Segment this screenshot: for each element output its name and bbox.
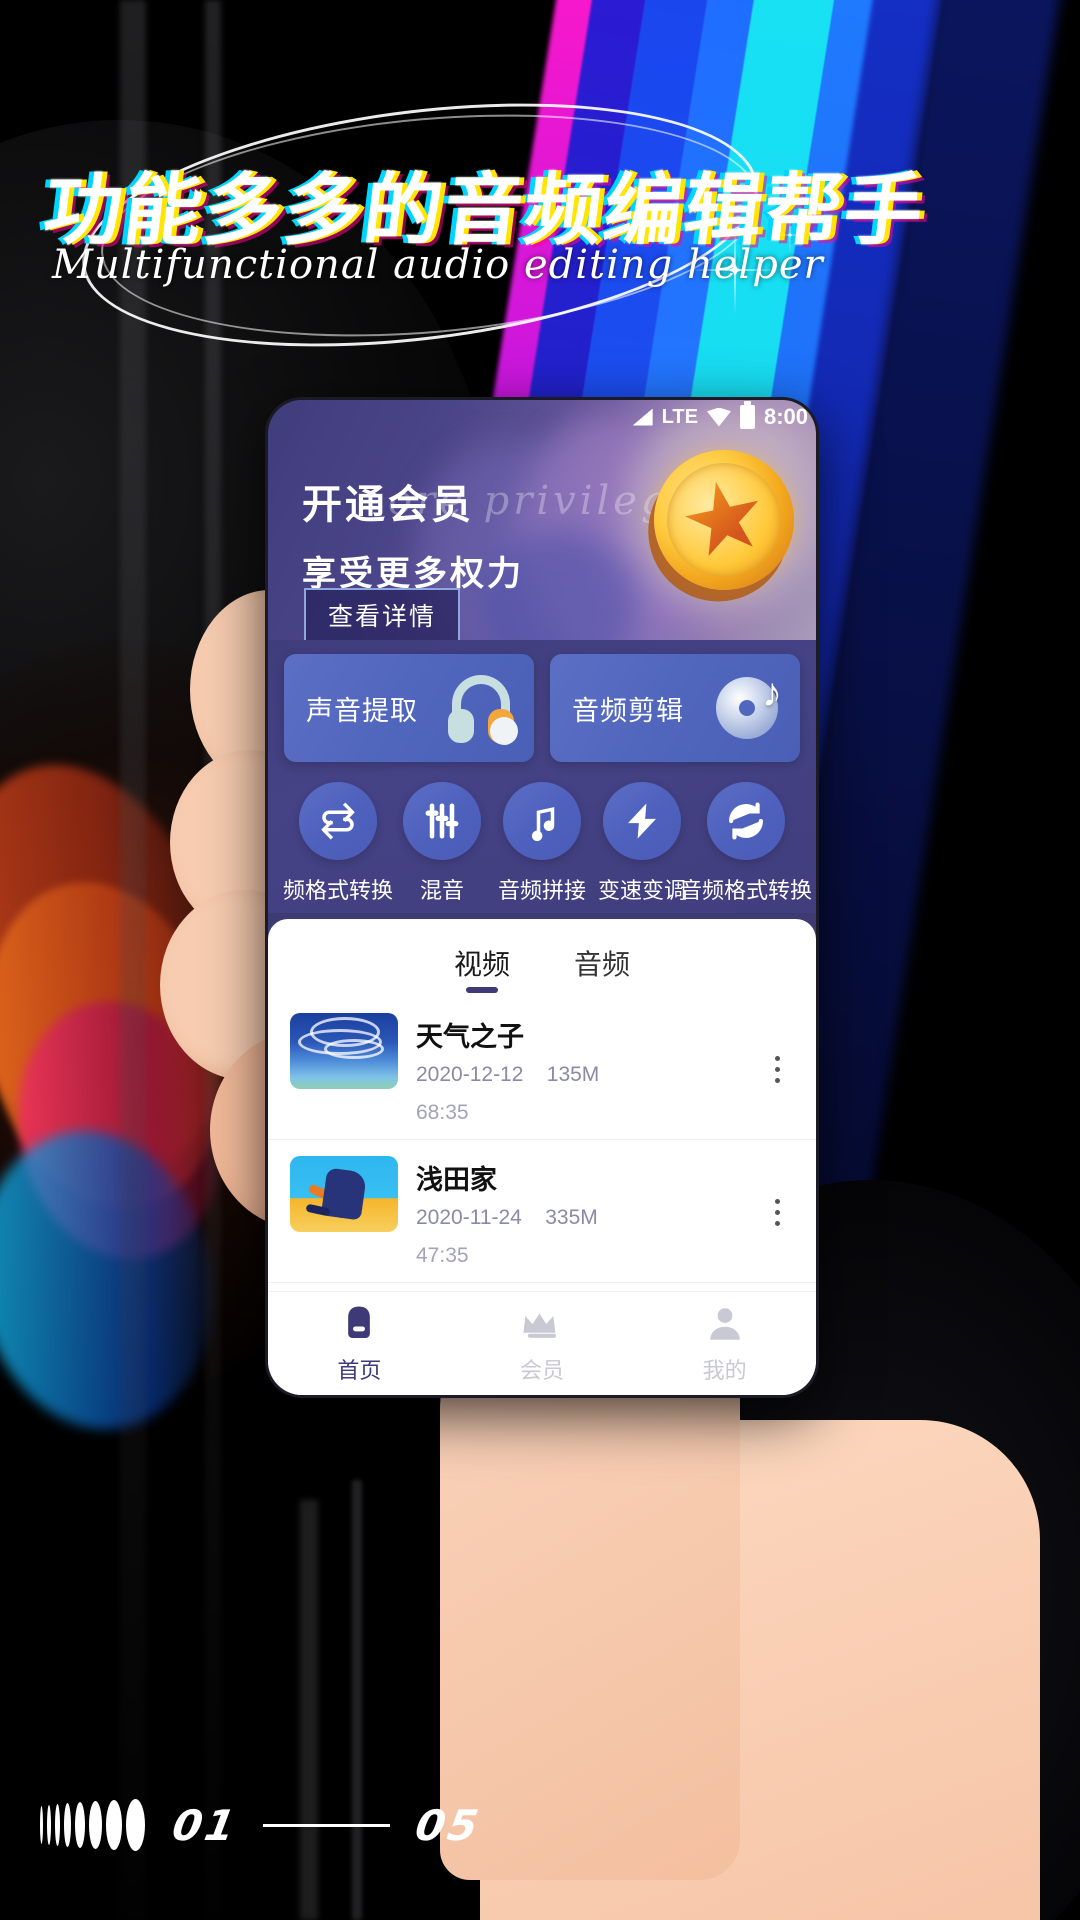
quick-action-speed-pitch[interactable]: 变速变调: [592, 782, 692, 905]
list-item-meta: 2020-11-24 335M: [416, 1206, 742, 1230]
swap-arrows-icon: [299, 782, 377, 860]
quick-action-label: 音频拼接: [497, 878, 586, 903]
list-item-meta: 2020-12-12 135M: [416, 1063, 742, 1087]
page-indicator-line: [263, 1823, 390, 1827]
lightning-bolt-icon: [603, 782, 681, 860]
home-icon: [348, 1306, 371, 1338]
person-icon: [709, 1307, 740, 1340]
cd-music-icon: ♪: [708, 669, 786, 747]
network-label: LTE: [661, 405, 698, 428]
list-tabs: 视频 音频: [268, 919, 816, 997]
equalizer-bars-icon: [40, 1799, 145, 1851]
poster-headline: 功能多多的音频编辑帮手 Multifunctional audio editin…: [0, 69, 1080, 381]
list-item-size: 135M: [546, 1063, 600, 1086]
feature-card-label: 音频剪辑: [572, 695, 684, 726]
weather-sky-thumb: [290, 1013, 398, 1089]
quick-action-row: 频格式转换 混音 音频拼接 变速变调 音频格式转换: [283, 762, 812, 913]
nav-item-profile[interactable]: 我的: [633, 1303, 816, 1385]
features-section: 声音提取 音频剪辑 ♪ 频格式转换 混音 音频拼接 变速变调 音频格式转换: [268, 640, 816, 913]
list-item[interactable]: 天气之子 2020-12-12 135M 68:35: [268, 1283, 816, 1291]
nav-label: 会员: [520, 1357, 565, 1383]
feature-card-row: 声音提取 音频剪辑 ♪: [284, 654, 800, 762]
tab-audio[interactable]: 音频: [566, 943, 638, 997]
vip-title-line1: 开通会员: [302, 482, 474, 528]
quick-action-label: 频格式转换: [283, 878, 394, 903]
quick-action-label: 混音: [419, 878, 464, 903]
quick-action-label: 音频格式转换: [680, 878, 813, 903]
status-bar: LTE 8:00: [268, 400, 816, 434]
list-item-text: 浅田家 2020-11-24 335M 47:35: [416, 1156, 742, 1268]
phone-screen: LTE 8:00 ore privilege 开通会员 享受更多权力 查看详情: [268, 400, 816, 1395]
bottom-navigation: 首页 会员 我的: [268, 1291, 816, 1395]
nav-item-home[interactable]: 首页: [268, 1303, 451, 1385]
list-item-more-button[interactable]: [760, 1193, 794, 1232]
poster-title-en: Multifunctional audio editing helper: [52, 242, 824, 288]
list-item[interactable]: 浅田家 2020-11-24 335M 47:35: [268, 1140, 816, 1283]
status-time: 8:00: [763, 404, 808, 429]
page-current: 01: [168, 1800, 242, 1850]
vip-banner[interactable]: ore privilege 开通会员 享受更多权力 查看详情: [268, 400, 816, 640]
battery-icon: [739, 401, 755, 429]
nav-label: 我的: [702, 1357, 747, 1383]
feature-card-voice-extract[interactable]: 声音提取: [284, 654, 534, 762]
runner-beach-thumb: [290, 1156, 398, 1232]
page-indicator: 01 05: [40, 1790, 484, 1860]
list-item-size: 335M: [545, 1206, 598, 1229]
quick-action-format-convert[interactable]: 频格式转换: [283, 782, 394, 905]
quick-action-audio-format-convert[interactable]: 音频格式转换: [680, 782, 812, 905]
phone-mockup: LTE 8:00 ore privilege 开通会员 享受更多权力 查看详情: [268, 400, 816, 1395]
feature-card-label: 声音提取: [306, 695, 418, 726]
list-item-title: 浅田家: [416, 1165, 497, 1195]
media-list[interactable]: 天气之子 2020-12-12 135M 68:35 浅田家 2020-11-2…: [268, 997, 816, 1291]
signal-bars-icon: [632, 408, 653, 426]
list-item-date: 2020-12-12: [416, 1063, 524, 1086]
quick-action-join[interactable]: 音频拼接: [492, 782, 592, 905]
list-item-date: 2020-11-24: [416, 1206, 522, 1229]
nav-label: 首页: [337, 1357, 382, 1383]
mixer-sliders-icon: [403, 782, 481, 860]
refresh-circle-icon: [707, 782, 785, 860]
list-item-text: 天气之子 2020-12-12 135M 68:35: [416, 1013, 742, 1125]
media-list-panel: 视频 音频 天气之子 2020-12-12 135M 68:35 浅田家 202…: [268, 919, 816, 1395]
nav-item-member[interactable]: 会员: [451, 1303, 634, 1385]
wifi-icon: [706, 407, 731, 427]
quick-action-label: 变速变调: [597, 878, 686, 903]
tab-video[interactable]: 视频: [446, 943, 518, 997]
page-total: 05: [411, 1800, 485, 1850]
list-item-duration: 68:35: [416, 1101, 469, 1124]
list-item[interactable]: 天气之子 2020-12-12 135M 68:35: [268, 997, 816, 1140]
list-item-duration: 47:35: [416, 1244, 469, 1267]
crown-icon: [523, 1313, 556, 1338]
quick-action-mix[interactable]: 混音: [392, 782, 492, 905]
list-item-more-button[interactable]: [760, 1050, 794, 1089]
headphones-icon: [442, 669, 520, 747]
list-item-title: 天气之子: [416, 1022, 524, 1052]
vip-title-group: 开通会员 享受更多权力: [302, 472, 524, 595]
view-details-button[interactable]: 查看详情: [304, 588, 461, 640]
music-note-icon: [503, 782, 581, 860]
feature-card-audio-clip[interactable]: 音频剪辑 ♪: [550, 654, 800, 762]
